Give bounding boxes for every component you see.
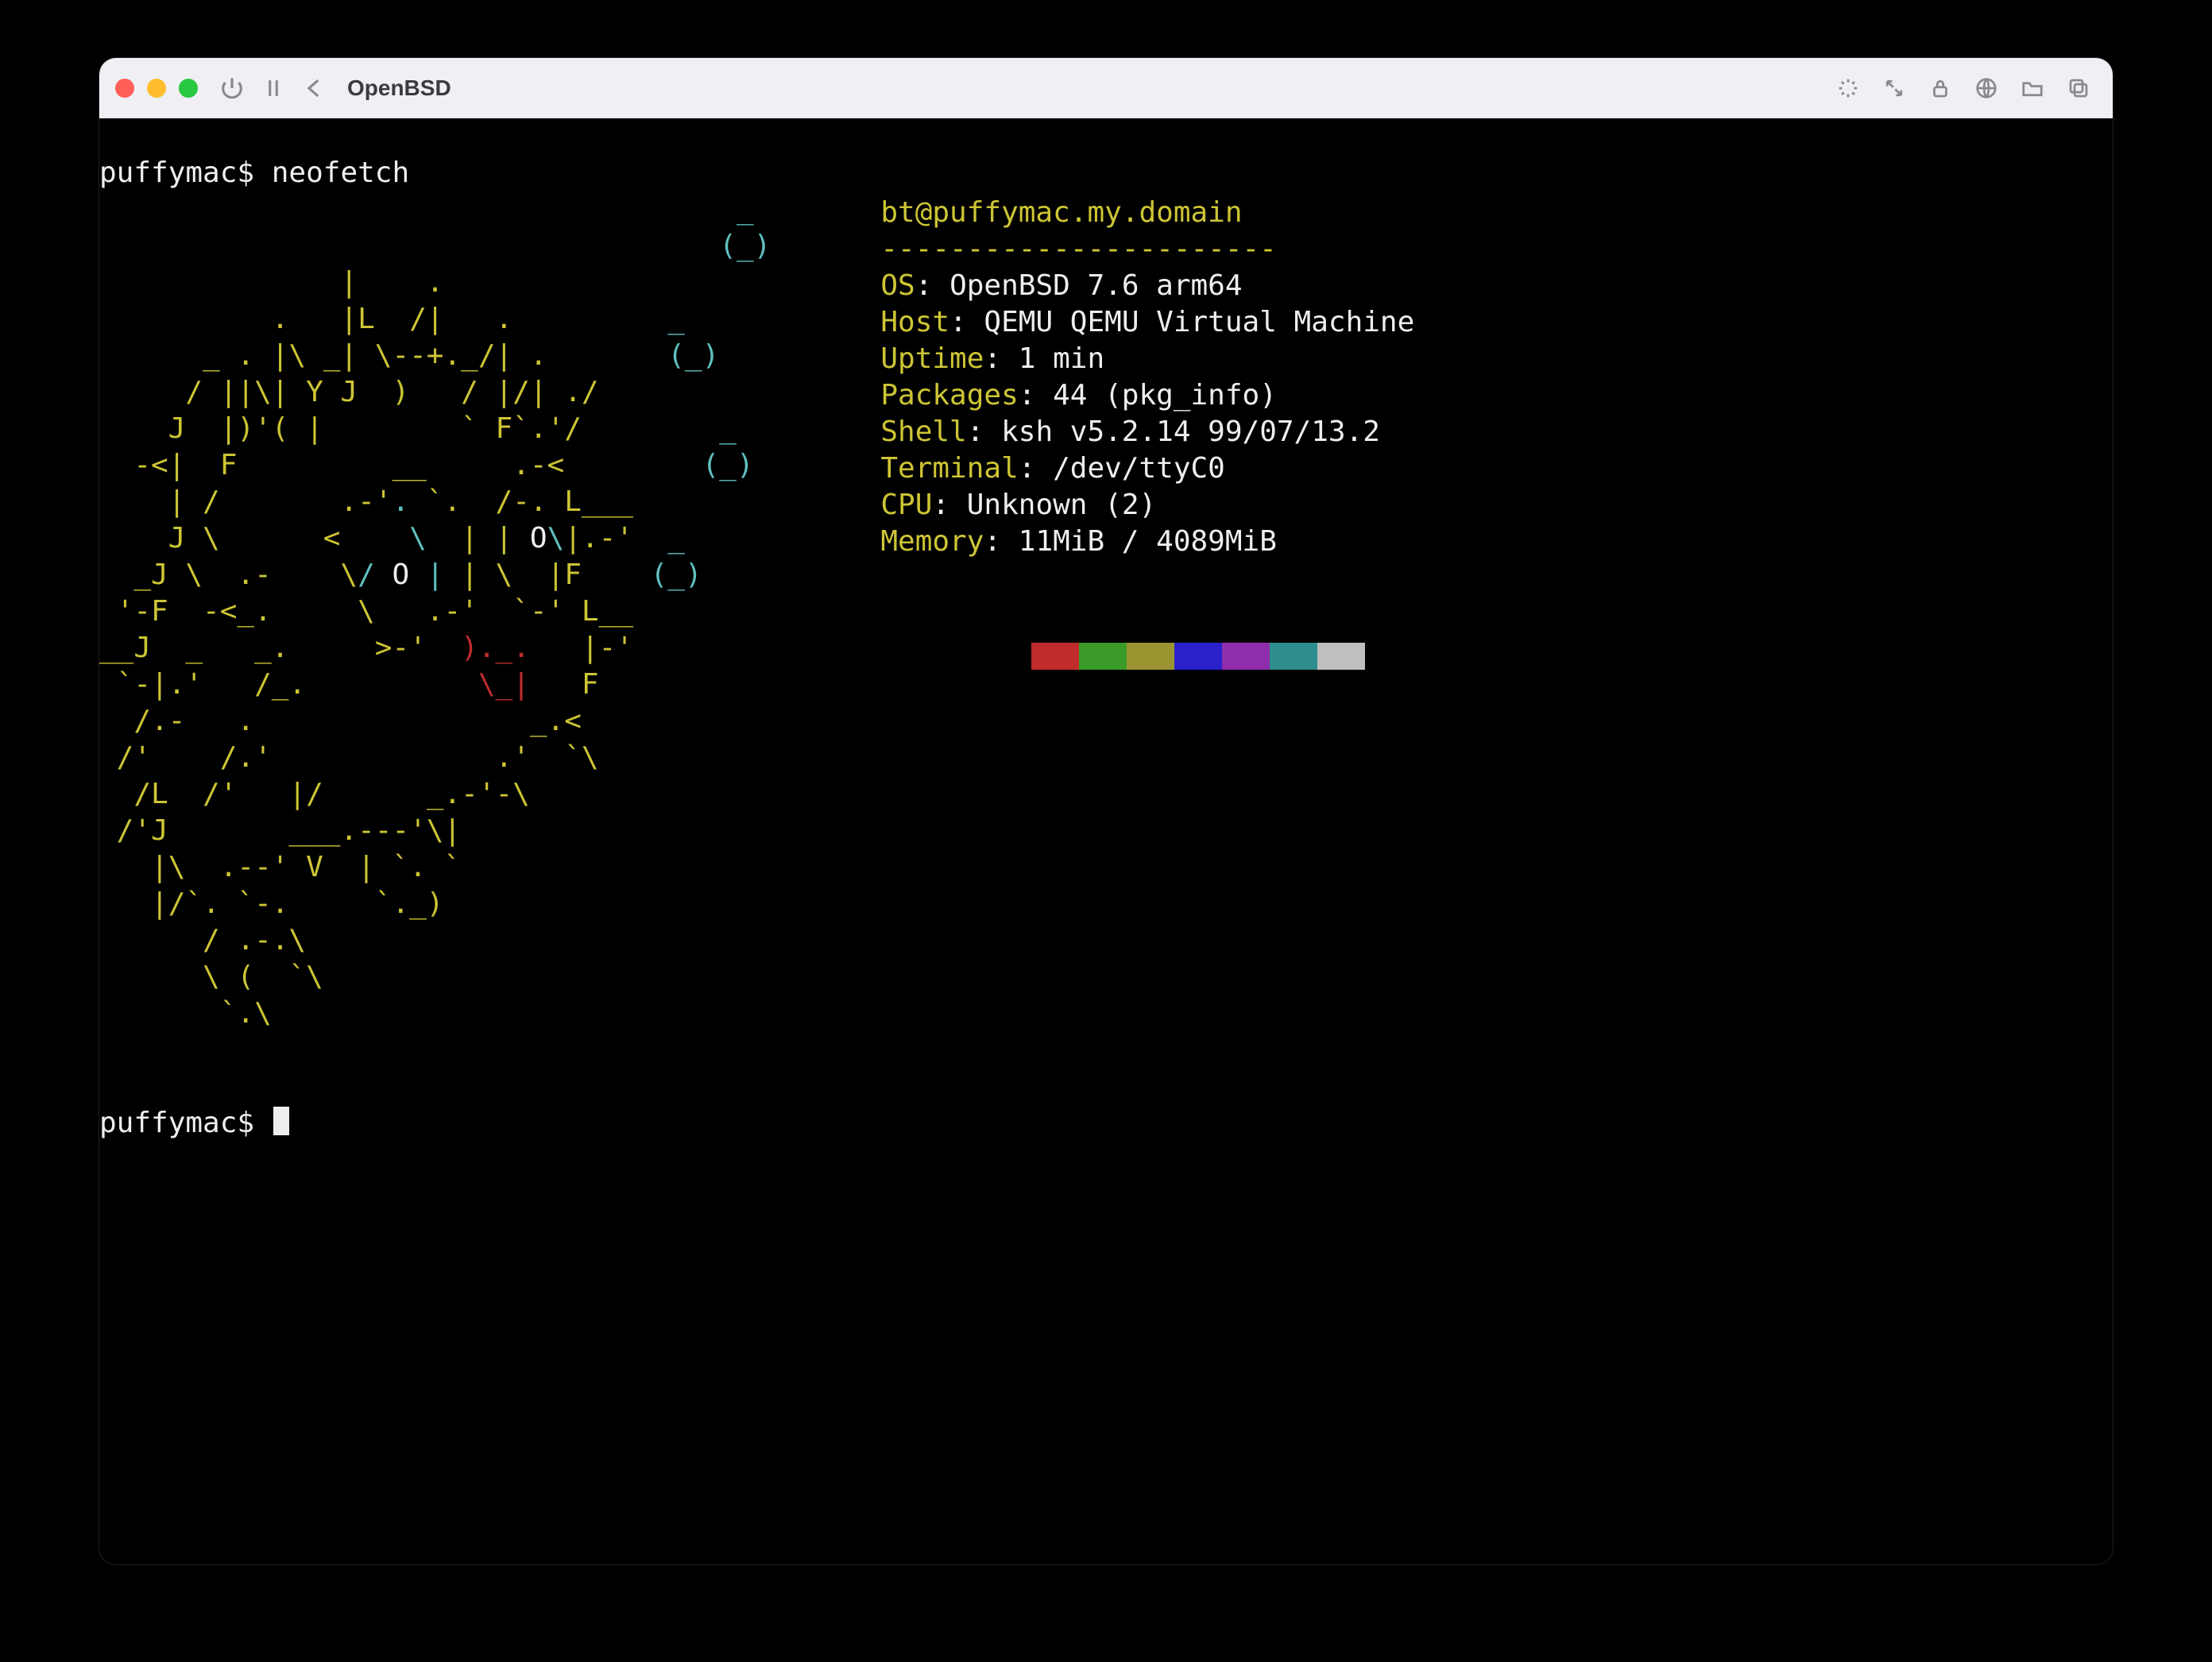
color-swatch-olive: [1127, 643, 1174, 670]
info-row: Uptime: 1 min: [880, 341, 1414, 377]
globe-icon[interactable]: [1974, 76, 1998, 100]
info-value: 11MiB / 4089MiB: [1019, 525, 1277, 558]
minimize-button[interactable]: [147, 79, 166, 98]
user-host: bt@puffymac.my.domain: [880, 196, 1242, 229]
info-row: CPU: Unknown (2): [880, 487, 1414, 524]
info-row: Memory: 11MiB / 4089MiB: [880, 524, 1414, 560]
prompt: puffymac$: [99, 157, 272, 189]
info-row: Host: QEMU QEMU Virtual Machine: [880, 304, 1414, 341]
info-value: OpenBSD 7.6 arm64: [949, 269, 1242, 302]
info-row: Packages: 44 (pkg_info): [880, 377, 1414, 414]
terminal-window: OpenBSD puffymac$ neofetch: [99, 57, 2113, 1565]
color-swatch-green: [1079, 643, 1127, 670]
color-swatch-red: [1031, 643, 1079, 670]
pause-icon[interactable]: [260, 75, 287, 102]
window-controls: [115, 79, 204, 98]
share-icon[interactable]: [1882, 76, 1906, 100]
info-value: 1 min: [1019, 342, 1104, 375]
activity-icon[interactable]: [1836, 76, 1860, 100]
info-value: ksh v5.2.14 99/07/13.2: [1001, 416, 1380, 448]
close-button[interactable]: [115, 79, 134, 98]
back-icon[interactable]: [301, 75, 328, 102]
info-key: OS: [880, 269, 915, 302]
info-key: Packages: [880, 379, 1018, 412]
info-key: Shell: [880, 416, 966, 448]
info-key: Terminal: [880, 452, 1018, 485]
color-swatch-blue: [1174, 643, 1222, 670]
info-key: Memory: [880, 525, 984, 558]
zoom-button[interactable]: [179, 79, 198, 98]
duplicate-icon[interactable]: [2067, 76, 2090, 100]
cursor: [273, 1107, 289, 1135]
folder-icon[interactable]: [2021, 76, 2044, 100]
titlebar-right: [1836, 76, 2097, 100]
divider: -----------------------: [880, 233, 1277, 265]
info-row: Terminal: /dev/ttyC0: [880, 450, 1414, 487]
color-swatch-grey: [1317, 643, 1365, 670]
info-row: OS: OpenBSD 7.6 arm64: [880, 268, 1414, 304]
window-title: OpenBSD: [342, 75, 451, 101]
info-key: CPU: [880, 489, 932, 521]
color-swatch-magenta: [1222, 643, 1270, 670]
power-icon[interactable]: [218, 75, 246, 102]
color-swatch-black: [984, 643, 1031, 670]
info-value: QEMU QEMU Virtual Machine: [984, 306, 1414, 338]
info-key: Host: [880, 306, 949, 338]
command-text: neofetch: [272, 157, 409, 189]
ascii-art: _ (_) | . . |L /| . _ _ . |\ _| \--+._/|…: [99, 191, 874, 1032]
info-row: Shell: ksh v5.2.14 99/07/13.2: [880, 414, 1414, 450]
neofetch-output: _ (_) | . . |L /| . _ _ . |\ _| \--+._/|…: [99, 191, 2113, 1032]
system-info: bt@puffymac.my.domain ------------------…: [874, 191, 1414, 679]
color-swatches: [880, 633, 1414, 679]
prompt: puffymac$: [99, 1107, 272, 1139]
info-key: Uptime: [880, 342, 984, 375]
info-value: /dev/ttyC0: [1053, 452, 1225, 485]
lock-icon[interactable]: [1928, 76, 1952, 100]
titlebar: OpenBSD: [99, 58, 2113, 118]
terminal[interactable]: puffymac$ neofetch _ (_) | . . |L /| . _: [99, 118, 2113, 1564]
color-swatch-teal: [1270, 643, 1317, 670]
info-value: 44 (pkg_info): [1053, 379, 1277, 412]
info-value: Unknown (2): [967, 489, 1156, 521]
